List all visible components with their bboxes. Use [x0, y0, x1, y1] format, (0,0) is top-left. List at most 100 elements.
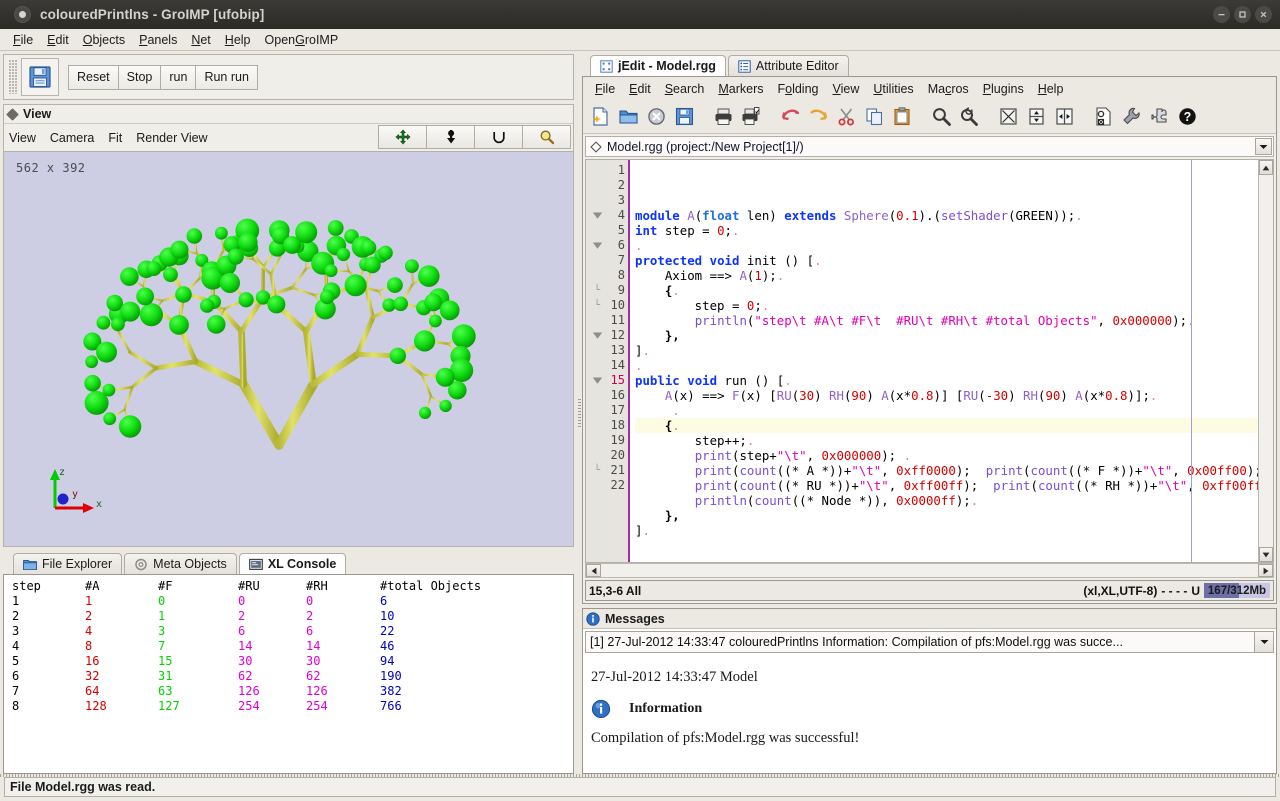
code-line[interactable]: A(x) ==> F(x) [RU(30) RH(90) A(x*0.8)] […	[635, 388, 1258, 403]
jedit-menu-search[interactable]: Search	[658, 81, 712, 97]
menu-panels[interactable]: Panels	[132, 31, 184, 49]
encoding-indicator[interactable]: (xl,XL,UTF-8)	[1083, 584, 1157, 598]
global-options-icon[interactable]	[1090, 104, 1116, 130]
copy-icon[interactable]	[861, 104, 887, 130]
jedit-menu-plugins[interactable]: Plugins	[976, 81, 1031, 97]
view-menu-render-view[interactable]: Render View	[136, 131, 207, 145]
code-line[interactable]: print(count((* RU *))+"\t", 0xff00ff); p…	[635, 478, 1258, 493]
tab-jedit[interactable]: jEdit - Model.rgg	[590, 55, 726, 76]
code-line[interactable]: print(step+"\t", 0x000000); .	[635, 448, 1258, 463]
memory-gauge[interactable]: 167/312Mb	[1204, 583, 1270, 598]
new-file-icon[interactable]	[587, 104, 613, 130]
scroll-right-icon[interactable]	[1258, 564, 1273, 577]
code-line[interactable]: ].	[635, 523, 1258, 538]
undo-icon[interactable]	[777, 104, 803, 130]
code-line[interactable]: .	[635, 358, 1258, 373]
tab-xl-console[interactable]: XL Console	[238, 553, 347, 574]
code-editor[interactable]: └ └ └ 1 2 3 4 5 6 7 8 9 10 11 12 13 14 15 16 17 18 19 20 21 22 …	[585, 159, 1274, 563]
panel-handle-icon[interactable]	[6, 107, 19, 121]
code-line[interactable]: step++;.	[635, 433, 1258, 448]
jedit-menu-view[interactable]: View	[826, 81, 867, 97]
find-icon[interactable]	[928, 104, 954, 130]
toolbar-grip[interactable]	[9, 60, 18, 94]
fold-triangle-icon[interactable]	[586, 373, 608, 388]
view-menu-fit[interactable]: Fit	[108, 131, 122, 145]
code-line[interactable]: },	[635, 508, 1258, 523]
move-tool-icon[interactable]	[378, 125, 427, 149]
scroll-left-icon[interactable]	[586, 564, 601, 577]
code-line[interactable]: ].	[635, 343, 1258, 358]
menu-edit[interactable]: Edit	[40, 31, 76, 49]
code-line[interactable]: public void run () [.	[635, 373, 1258, 388]
code-line[interactable]: .	[635, 403, 1258, 418]
render-canvas[interactable]: 562 x 392 z x y	[4, 151, 573, 546]
jedit-path-bar[interactable]: Model.rgg (project:/New Project[1]/)	[585, 136, 1274, 157]
scroll-up-icon[interactable]	[1259, 160, 1273, 175]
navigate-tool-icon[interactable]	[426, 125, 475, 149]
code-line[interactable]: protected void init () [.	[635, 253, 1258, 268]
menu-help[interactable]: Help	[218, 31, 258, 49]
editor-vertical-scrollbar[interactable]	[1258, 160, 1273, 562]
save-button[interactable]	[21, 58, 59, 96]
minimize-icon[interactable]	[1213, 6, 1230, 23]
fold-all-icon[interactable]	[995, 104, 1021, 130]
menu-opengroimp[interactable]: OpenGroIMP	[258, 31, 346, 49]
save-file-icon[interactable]	[671, 104, 697, 130]
close-file-icon[interactable]	[643, 104, 669, 130]
jedit-menu-utilities[interactable]: Utilities	[866, 81, 920, 97]
zoom-tool-icon[interactable]	[522, 125, 571, 149]
code-text-area[interactable]: module A(float len) extends Sphere(0.1).…	[630, 160, 1258, 562]
chevron-down-icon[interactable]	[1255, 138, 1272, 155]
cut-icon[interactable]	[833, 104, 859, 130]
view-menu-camera[interactable]: Camera	[50, 131, 94, 145]
menu-net[interactable]: Net	[184, 31, 217, 49]
run-run-button[interactable]: Run run	[195, 64, 258, 90]
code-line[interactable]: println("step\t #A\t #F\t #RU\t #RH\t #t…	[635, 313, 1258, 328]
plugin-manager-icon[interactable]	[1146, 104, 1172, 130]
code-line[interactable]: step = 0;.	[635, 298, 1258, 313]
hscroll-track[interactable]	[601, 564, 1258, 577]
fold-triangle-icon[interactable]	[586, 238, 608, 253]
scroll-down-icon[interactable]	[1259, 547, 1273, 562]
line-separator-indicator[interactable]: U	[1191, 584, 1200, 598]
code-line[interactable]: int step = 0;.	[635, 223, 1258, 238]
messages-selector[interactable]: [1] 27-Jul-2012 14:33:47 colouredPrintln…	[585, 631, 1274, 653]
split-horizontal-icon[interactable]	[1023, 104, 1049, 130]
fold-triangle-icon[interactable]	[586, 208, 608, 223]
jedit-menu-macros[interactable]: Macros	[921, 81, 976, 97]
print-icon[interactable]	[710, 104, 736, 130]
code-line[interactable]: Axiom ==> A(1);.	[635, 268, 1258, 283]
jedit-menu-folding[interactable]: Folding	[770, 81, 825, 97]
jedit-menu-edit[interactable]: Edit	[622, 81, 658, 97]
scroll-track[interactable]	[1259, 175, 1273, 547]
run-button[interactable]: run	[160, 64, 197, 90]
stop-button[interactable]: Stop	[117, 64, 162, 90]
paste-icon[interactable]	[889, 104, 915, 130]
print-preview-icon[interactable]	[738, 104, 764, 130]
code-line[interactable]: print(count((* A *))+"\t", 0xff0000); pr…	[635, 463, 1258, 478]
close-icon[interactable]	[1255, 6, 1272, 23]
code-line[interactable]: {.	[635, 418, 1258, 433]
jedit-menu-markers[interactable]: Markers	[711, 81, 770, 97]
menu-file[interactable]: FFileile	[6, 31, 40, 49]
maximize-icon[interactable]	[1234, 6, 1251, 23]
editor-horizontal-scrollbar[interactable]	[585, 563, 1274, 578]
xl-console-output[interactable]: step #A #F #RU #RH #total Objects 1 1 0 0 0 6 2 2 1 2 2 1…	[3, 574, 574, 774]
open-folder-icon[interactable]	[615, 104, 641, 130]
help-icon[interactable]: ?	[1174, 104, 1200, 130]
jedit-menu-help[interactable]: Help	[1031, 81, 1071, 97]
code-line[interactable]: module A(float len) extends Sphere(0.1).…	[635, 208, 1258, 223]
rotate-tool-icon[interactable]	[474, 125, 523, 149]
jedit-menu-file[interactable]: File	[588, 81, 622, 97]
reset-button[interactable]: Reset	[68, 64, 119, 90]
find-next-icon[interactable]	[956, 104, 982, 130]
code-line[interactable]: println(count((* Node *)), 0x0000ff);.	[635, 493, 1258, 508]
code-line[interactable]: },	[635, 328, 1258, 343]
tab-meta-objects[interactable]: Meta Objects	[124, 553, 237, 574]
view-menu-view[interactable]: View	[9, 131, 36, 145]
chevron-down-icon[interactable]	[1254, 632, 1273, 652]
redo-icon[interactable]	[805, 104, 831, 130]
tab-file-explorer[interactable]: File Explorer	[13, 553, 123, 574]
code-line[interactable]: {.	[635, 283, 1258, 298]
menu-objects[interactable]: Objects	[76, 31, 132, 49]
